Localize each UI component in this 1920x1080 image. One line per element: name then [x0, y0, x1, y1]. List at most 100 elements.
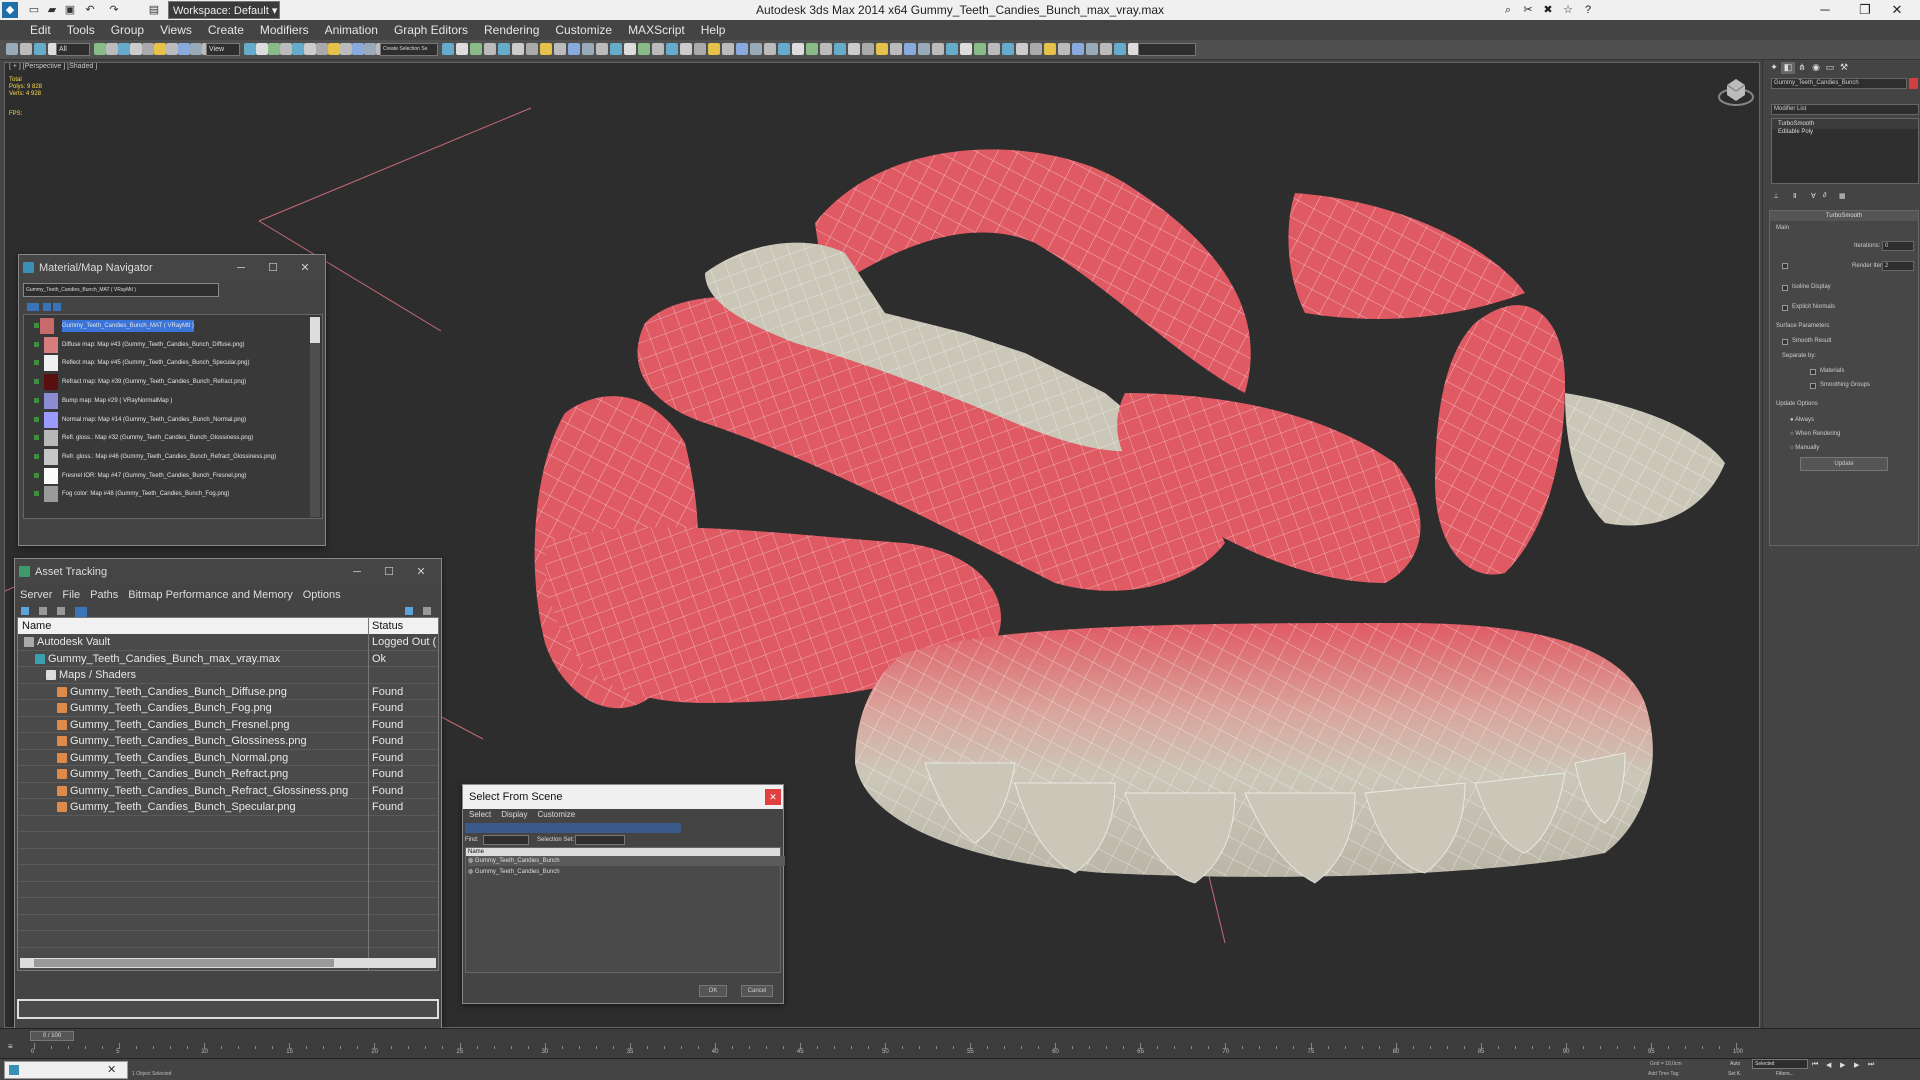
tree-scroll-thumb[interactable]	[310, 317, 320, 343]
toolbar-tool-icon[interactable]	[256, 43, 268, 55]
table-row[interactable]: Gummy_Teeth_Candies_Bunch_Specular.png Fo…	[18, 799, 438, 816]
find-input[interactable]	[483, 835, 529, 845]
workspace-dropdown[interactable]: Workspace: Default ▾	[168, 1, 280, 19]
asset-path-field[interactable]	[17, 999, 439, 1019]
asset-list-icon[interactable]	[39, 607, 47, 615]
menu-rendering[interactable]: Rendering	[476, 20, 547, 40]
named-selection-dropdown[interactable]: Create Selection Se	[380, 43, 438, 56]
turbosmooth-rollout-header[interactable]: TurboSmooth	[1770, 211, 1918, 221]
key-filter-dropdown[interactable]: Selected	[1752, 1059, 1808, 1069]
table-row[interactable]: Gummy_Teeth_Candies_Bunch_Fog.png Found	[18, 700, 438, 717]
toolbar-tool-icon[interactable]	[568, 43, 580, 55]
toolbar-tool-icon[interactable]	[624, 43, 636, 55]
minimize-icon[interactable]: ─	[341, 559, 373, 585]
toolbar-tool-icon[interactable]	[190, 43, 202, 55]
project-folder-icon[interactable]: ▤	[146, 2, 162, 18]
table-row[interactable]: Gummy_Teeth_Candies_Bunch_Glossiness.png…	[18, 733, 438, 750]
toolbar-tool-icon[interactable]	[118, 43, 130, 55]
update-button[interactable]: Update	[1800, 457, 1888, 471]
material-tree-item[interactable]: Reflect map: Map #45 (Gummy_Teeth_Candie…	[62, 354, 249, 372]
toolbar-tool-icon[interactable]	[652, 43, 664, 55]
column-status-header[interactable]: Status	[372, 618, 403, 634]
horizontal-scroll-thumb[interactable]	[34, 959, 334, 967]
set-key-button[interactable]: Set K.	[1728, 1071, 1742, 1077]
toolbar-tool-icon[interactable]	[442, 43, 454, 55]
toolbar-tool-icon[interactable]	[154, 43, 166, 55]
menu-customize[interactable]: Customize	[547, 20, 620, 40]
play-icon[interactable]: ▶	[1840, 1061, 1845, 1069]
name-column-header[interactable]: Name	[466, 848, 780, 856]
close-icon[interactable]: ✕	[765, 789, 781, 805]
toolbar-tool-icon[interactable]	[1072, 43, 1084, 55]
select-from-scene-titlebar[interactable]: Select From Scene ✕	[463, 785, 783, 809]
render-iters-spinner[interactable]: 2	[1882, 261, 1914, 271]
material-tree-item[interactable]: Fresnel IOR: Map #47 (Gummy_Teeth_Candie…	[62, 467, 246, 485]
open-file-icon[interactable]: ▰	[44, 2, 60, 18]
close-icon[interactable]: ✕	[107, 1063, 116, 1076]
modifier-list-dropdown[interactable]: Modifier List	[1771, 104, 1919, 115]
column-name-header[interactable]: Name	[22, 618, 51, 634]
material-tree-item[interactable]: Diffuse map: Map #43 (Gummy_Teeth_Candie…	[62, 336, 245, 354]
material-tree-item[interactable]: Fog color: Map #48 (Gummy_Teeth_Candies_…	[62, 485, 229, 503]
table-row[interactable]	[18, 865, 438, 882]
material-tree-item[interactable]: Gummy_Teeth_Candies_Bunch_MAT ( VRayMtl …	[62, 320, 194, 332]
toolbar-tool-icon[interactable]	[974, 43, 986, 55]
toolbar-tool-icon[interactable]	[806, 43, 818, 55]
toolbar-tool-icon[interactable]	[918, 43, 930, 55]
toolbar-tool-icon[interactable]	[292, 43, 304, 55]
list-item[interactable]: ◍ Gummy_Teeth_Candies_Bunch	[468, 867, 785, 877]
toolbar-tool-icon[interactable]	[750, 43, 762, 55]
close-button[interactable]: ✕	[1874, 0, 1920, 20]
object-color-swatch[interactable]	[1909, 78, 1918, 89]
binoculars-icon[interactable]: ⌕	[1498, 1, 1518, 19]
key-filters-button[interactable]: Filters...	[1776, 1071, 1794, 1077]
isoline-display-checkbox[interactable]	[1782, 285, 1788, 291]
remove-modifier-icon[interactable]: ∂	[1823, 192, 1826, 199]
toolbar-tool-icon[interactable]	[1114, 43, 1126, 55]
menu-group[interactable]: Group	[103, 20, 152, 40]
display-tab-icon[interactable]: ▭	[1823, 62, 1837, 74]
table-row[interactable]: Autodesk Vault Logged Out (	[18, 634, 438, 651]
toolbar-tool-icon[interactable]	[364, 43, 376, 55]
help-icon[interactable]: ?	[1578, 1, 1598, 19]
horizontal-scrollbar[interactable]	[20, 958, 436, 968]
toolbar-tool-icon[interactable]	[820, 43, 832, 55]
update-always-radio[interactable]: ● Always	[1790, 417, 1814, 423]
stack-item-editable-poly[interactable]: Editable Poly	[1772, 129, 1918, 135]
smooth-result-checkbox[interactable]	[1782, 339, 1788, 345]
toolbar-tool-icon[interactable]	[456, 43, 468, 55]
toolbar-tool-icon[interactable]	[540, 43, 552, 55]
asset-refresh-icon[interactable]	[423, 607, 431, 615]
toolbar-tool-icon[interactable]	[268, 43, 280, 55]
toolbar-tool-icon[interactable]	[1030, 43, 1042, 55]
menu-customize[interactable]: Customize	[537, 810, 575, 819]
show-end-result-icon[interactable]: Ⅱ	[1793, 192, 1796, 200]
previous-frame-icon[interactable]: ◀	[1826, 1061, 1831, 1069]
large-icons-view-icon[interactable]	[53, 303, 61, 311]
iterations-spinner[interactable]: 0	[1882, 241, 1914, 251]
toolbar-tool-icon[interactable]	[1058, 43, 1070, 55]
auto-key-button[interactable]: Auto	[1730, 1061, 1740, 1067]
toolbar-tool-icon[interactable]	[946, 43, 958, 55]
toolbar-tool-icon[interactable]	[834, 43, 846, 55]
menu-server[interactable]: Server	[15, 589, 57, 601]
materials-checkbox[interactable]	[1810, 369, 1816, 375]
update-when-rendering-radio[interactable]: ○ When Rendering	[1790, 431, 1840, 437]
utilities-tab-icon[interactable]: ⚒	[1837, 62, 1851, 74]
filter-toolbar[interactable]	[465, 823, 681, 833]
menu-maxscript[interactable]: MAXScript	[620, 20, 693, 40]
list-view-icon[interactable]	[27, 303, 39, 311]
toolbar-tool-icon[interactable]	[106, 43, 118, 55]
table-row[interactable]	[18, 882, 438, 898]
toolbar-tool-icon[interactable]	[610, 43, 622, 55]
table-row[interactable]: Gummy_Teeth_Candies_Bunch_Refract.png Fou…	[18, 766, 438, 783]
table-row[interactable]	[18, 898, 438, 915]
toolbar-tool-icon[interactable]	[666, 43, 678, 55]
toolbar-tool-icon[interactable]	[1044, 43, 1056, 55]
menu-help[interactable]: Help	[693, 20, 734, 40]
toolbar-tool-icon[interactable]	[988, 43, 1000, 55]
toolbar-tool-icon[interactable]	[960, 43, 972, 55]
toolbar-tool-icon[interactable]	[352, 43, 364, 55]
toolbar-tool-icon[interactable]	[876, 43, 888, 55]
toolbar-tool-icon[interactable]	[94, 43, 106, 55]
